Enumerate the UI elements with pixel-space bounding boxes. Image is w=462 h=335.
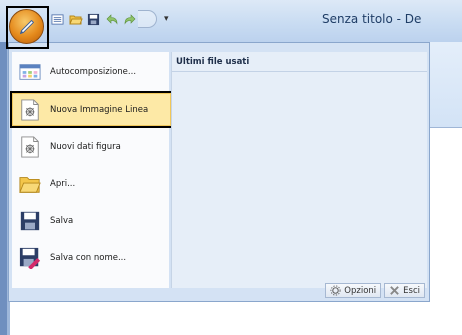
menu-item-label: Autocomposizione... xyxy=(50,67,137,77)
folder-open-icon xyxy=(18,172,42,196)
menu-item-nuovi-dati-figura[interactable]: Nuovi dati figura xyxy=(12,130,169,164)
save-icon xyxy=(18,209,42,233)
close-icon xyxy=(390,286,399,295)
new-line-image-icon xyxy=(18,98,42,122)
ribbon-edge xyxy=(430,42,462,128)
menu-item-label: Apri... xyxy=(50,179,76,189)
menu-item-label: Salva con nome... xyxy=(50,253,127,263)
menu-item-apri[interactable]: Apri... xyxy=(12,167,169,201)
menu-item-label: Salva xyxy=(50,216,74,226)
menu-item-nuova-immagine-linea[interactable]: Nuova Immagine Linea xyxy=(10,91,173,128)
application-menu-footer: Opzioni Esci xyxy=(325,283,425,298)
list-icon[interactable] xyxy=(50,12,65,27)
undo-icon[interactable] xyxy=(104,12,119,27)
redo-icon[interactable] xyxy=(122,12,137,27)
title-bar: ▾ Senza titolo - De xyxy=(0,0,462,43)
application-menu-commands: Autocomposizione... Nuova Immagine Linea… xyxy=(10,52,173,288)
options-button-label: Opzioni xyxy=(344,285,377,296)
recent-files-title: Ultimi file usati xyxy=(172,52,427,72)
folder-open-icon[interactable] xyxy=(68,12,83,27)
save-icon[interactable] xyxy=(86,12,101,27)
menu-item-salva-con-nome[interactable]: Salva con nome... xyxy=(12,241,169,275)
pen-icon xyxy=(19,19,34,34)
options-button[interactable]: Opzioni xyxy=(325,283,382,298)
menu-item-label: Nuovi dati figura xyxy=(50,142,121,152)
save-as-icon xyxy=(18,246,42,270)
application-menu: Autocomposizione... Nuova Immagine Linea… xyxy=(8,42,430,302)
options-icon xyxy=(330,285,341,296)
exit-button[interactable]: Esci xyxy=(384,283,425,298)
application-button[interactable] xyxy=(9,9,44,44)
window-title: Senza titolo - De xyxy=(322,12,422,26)
qat-end-cap xyxy=(138,10,157,28)
exit-button-label: Esci xyxy=(403,285,420,296)
wizard-icon xyxy=(18,60,42,84)
menu-item-salva[interactable]: Salva xyxy=(12,204,169,238)
recent-files-panel: Ultimi file usati xyxy=(171,52,427,288)
menu-item-label: Nuova Immagine Linea xyxy=(50,104,149,115)
menu-item-autocomposizione[interactable]: Autocomposizione... xyxy=(12,55,169,89)
new-figure-data-icon xyxy=(18,135,42,159)
quick-access-toolbar: ▾ xyxy=(50,10,169,28)
qat-customize-dropdown[interactable]: ▾ xyxy=(164,14,169,24)
